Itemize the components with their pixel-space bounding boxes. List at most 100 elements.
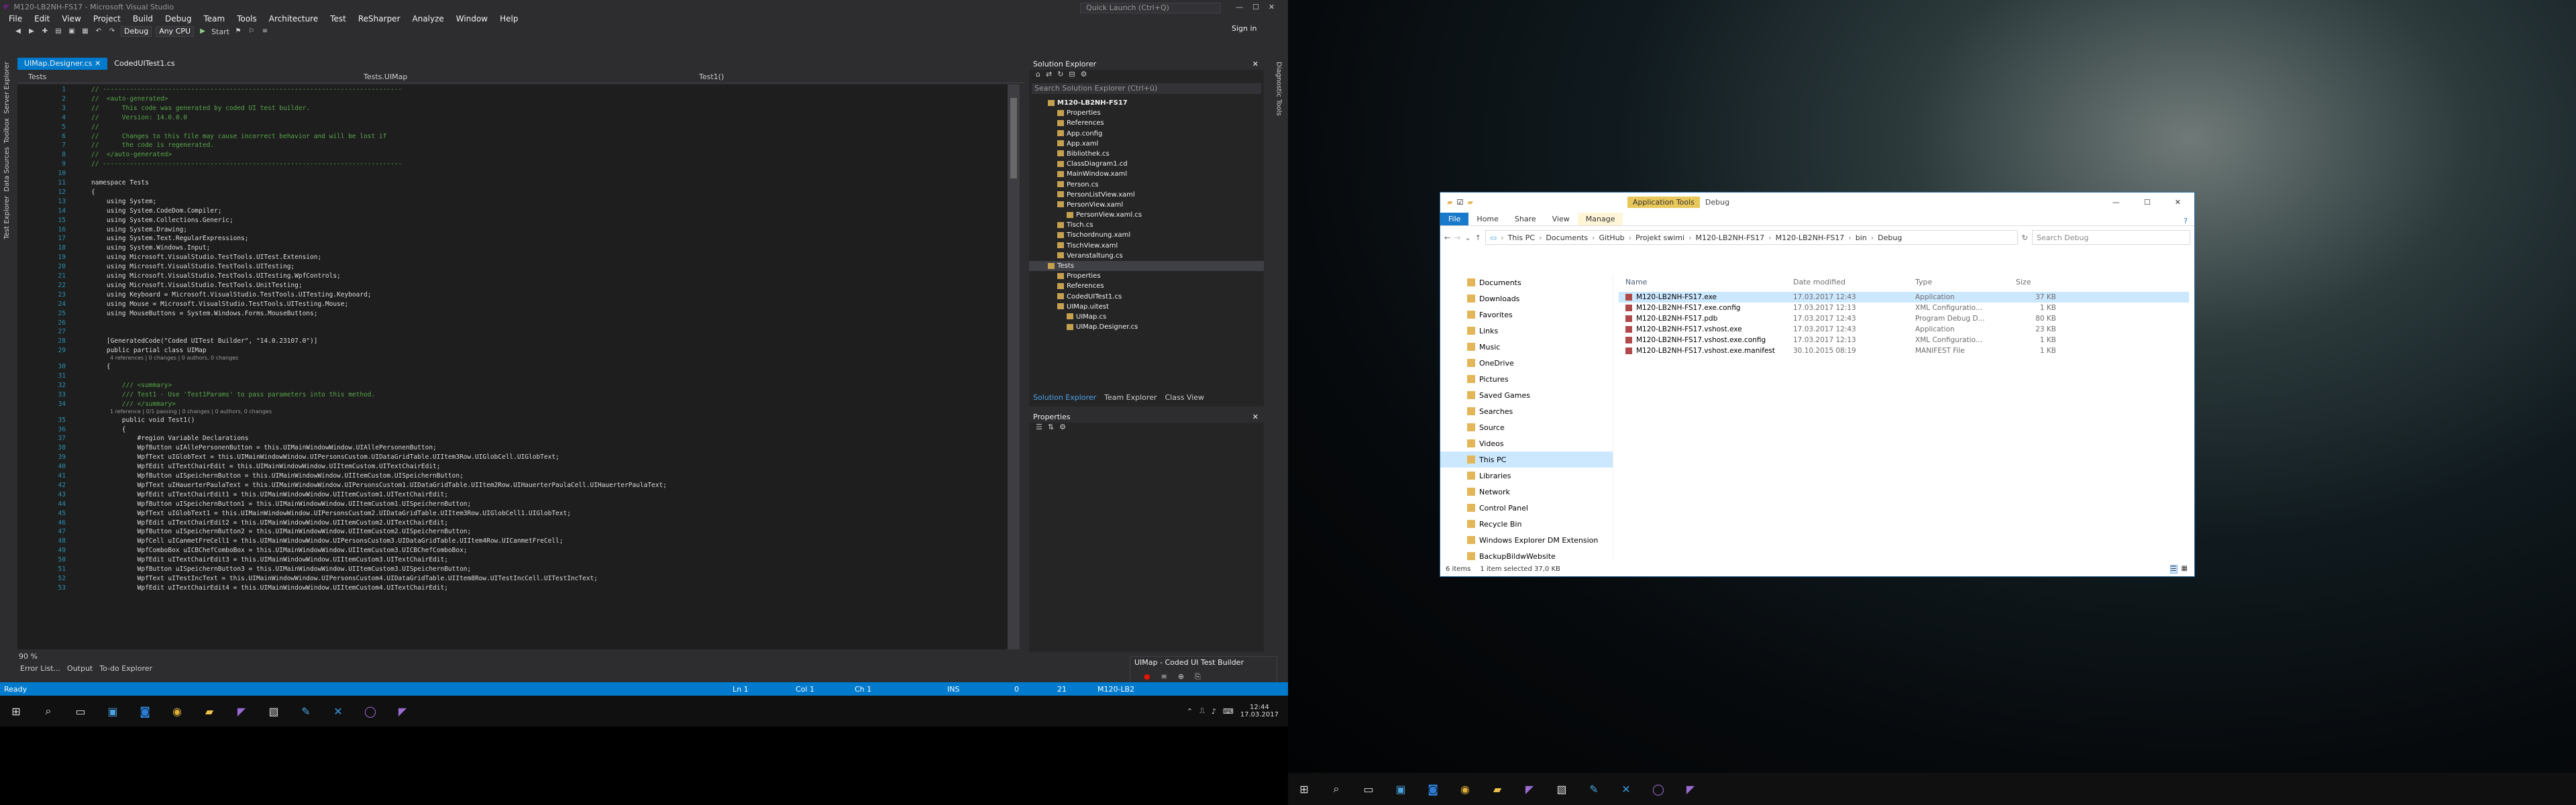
solution-tree-item[interactable]: Tests [1029, 261, 1264, 272]
code-line[interactable]: using MouseButtons = System.Windows.Form… [91, 310, 318, 317]
code-line[interactable]: using Microsoft.VisualStudio.TestTools.U… [91, 282, 303, 289]
file-explorer-icon[interactable]: ▰ [1488, 780, 1507, 798]
solution-tree-item[interactable]: App.xaml [1029, 139, 1264, 149]
visual-studio-2-icon[interactable]: ◤ [1681, 780, 1700, 798]
codelens-info[interactable]: 4 references | 0 changes | 0 authors, 0 … [110, 355, 238, 361]
nav-member-dropdown[interactable]: Test1() [688, 72, 1024, 81]
app-icon[interactable]: ◯ [1649, 780, 1668, 798]
solution-tree-item[interactable]: App.config [1029, 129, 1264, 139]
bottom-tab-2[interactable]: To-do Explorer [99, 664, 152, 676]
solution-tree-item[interactable]: M120-LB2NH-FS17 [1029, 98, 1264, 108]
chrome-icon[interactable]: ◉ [1456, 780, 1474, 798]
ribbon-tab-share[interactable]: Share [1507, 213, 1544, 225]
collapse-icon[interactable]: ⊟ [1069, 70, 1075, 82]
solution-pane-tab-2[interactable]: Class View [1165, 393, 1204, 405]
file-row[interactable]: M120-LB2NH-FS17.vshost.exe.manifest 30.10… [1619, 345, 2189, 356]
code-line[interactable]: public void Test1() [91, 417, 195, 424]
forward-icon[interactable]: → [1454, 233, 1460, 242]
undo-icon[interactable]: ↶ [94, 27, 103, 36]
file-row[interactable]: M120-LB2NH-FS17.pdb 17.03.2017 12:43 Progr… [1619, 313, 2189, 324]
save-icon[interactable]: ▣ [67, 27, 76, 36]
menu-resharper[interactable]: ReSharper [352, 14, 407, 23]
solution-tree-item[interactable]: UIMap.Designer.cs [1029, 322, 1264, 332]
start-button[interactable]: Start [211, 28, 229, 36]
menu-test[interactable]: Test [324, 14, 352, 23]
left-tab-data-sources[interactable]: Data Sources [3, 147, 11, 192]
file-explorer-icon[interactable]: ▰ [200, 702, 219, 720]
code-line[interactable]: #region Variable Declarations [91, 435, 249, 442]
menu-team[interactable]: Team [197, 14, 231, 23]
keyboard-icon[interactable]: ⌨ [1223, 707, 1234, 716]
ribbon-tab-view[interactable]: View [1544, 213, 1578, 225]
nav-item[interactable]: Videos [1440, 435, 1613, 451]
resharper-icon[interactable]: ▧ [1552, 780, 1571, 798]
left-tab-toolbox[interactable]: Toolbox [3, 118, 11, 144]
file-row[interactable]: M120-LB2NH-FS17.vshost.exe.config 17.03.2… [1619, 335, 2189, 345]
code-line[interactable]: WpfText uIGlobText = this.UIMainWindowWi… [91, 453, 559, 461]
code-line[interactable]: { [91, 363, 111, 370]
save-all-icon[interactable]: ▦ [80, 27, 90, 36]
outlook-icon[interactable]: ◙ [136, 702, 154, 720]
solution-tree-item[interactable]: Properties [1029, 108, 1264, 118]
bottom-tab-0[interactable]: Error List... [20, 664, 60, 676]
code-line[interactable]: WpfText uIHauerterPaulaText = this.UIMai… [91, 482, 667, 489]
paint-icon[interactable]: ✎ [297, 702, 315, 720]
home-icon[interactable]: ⌂ [1036, 70, 1040, 82]
refresh-icon[interactable]: ↻ [2022, 233, 2028, 242]
code-line[interactable]: using System.Text.RegularExpressions; [91, 235, 249, 242]
code-line[interactable]: WpfCell uICanmetFreCell1 = this.UIMainWi… [91, 537, 564, 545]
code-line[interactable]: { [91, 426, 126, 433]
sign-in-link[interactable]: Sign in [1232, 24, 1257, 33]
code-line[interactable]: public partial class UIMap [91, 347, 207, 354]
code-line[interactable]: { [91, 189, 95, 196]
comment-icon[interactable]: ≡ [260, 27, 270, 36]
editor-scrollbar[interactable] [1008, 85, 1020, 649]
nav-item[interactable]: Recycle Bin [1440, 516, 1613, 532]
nav-item[interactable]: Control Panel [1440, 500, 1613, 516]
start-icon[interactable]: ▶ [198, 27, 207, 36]
pane-close-icon[interactable]: ✕ [1252, 60, 1258, 68]
menu-window[interactable]: Window [450, 14, 494, 23]
breadcrumb-item[interactable]: This PC [1508, 233, 1535, 242]
nav-item[interactable]: Pictures [1440, 371, 1613, 387]
nav-item[interactable]: Network [1440, 484, 1613, 500]
code-editor[interactable]: 1 // ------------------------------------… [17, 85, 1017, 649]
up-icon[interactable]: ↑ [1475, 233, 1481, 242]
status-changes[interactable]: 21 [1057, 685, 1067, 694]
code-line[interactable]: /// </summary> [91, 400, 176, 408]
column-type[interactable]: Type [1915, 278, 2016, 286]
crosshair-icon[interactable]: ⊕ [1178, 672, 1184, 682]
breadcrumb-item[interactable]: Documents [1546, 233, 1588, 242]
solution-tree-item[interactable]: Person.cs [1029, 180, 1264, 190]
code-line[interactable]: WpfButton uIAllePersonenButton = this.UI… [91, 444, 437, 451]
left-tab-test-explorer[interactable]: Test Explorer [3, 196, 11, 239]
property-pages-icon[interactable]: ⚙ [1059, 423, 1066, 436]
menu-project[interactable]: Project [87, 14, 127, 23]
code-line[interactable]: using Keyboard = Microsoft.VisualStudio.… [91, 291, 372, 299]
code-line[interactable]: // the code is regenerated. [91, 142, 214, 149]
code-line[interactable]: // <auto-generated> [91, 95, 168, 103]
tab-close-icon[interactable]: ✕ [95, 59, 101, 68]
menu-architecture[interactable]: Architecture [263, 14, 324, 23]
nav-item[interactable]: Source [1440, 419, 1613, 435]
taskbar-app-icon[interactable]: ▣ [103, 702, 122, 720]
tab-codeduitest1[interactable]: CodedUITest1.cs [107, 58, 181, 70]
code-line[interactable]: /// <summary> [91, 382, 172, 389]
bookmark-icon[interactable]: ⚐ [247, 27, 256, 36]
nav-class-dropdown[interactable]: Tests.UIMap [353, 72, 688, 81]
toolbar-misc-icon[interactable]: ⚑ [233, 27, 243, 36]
code-line[interactable]: using System.Windows.Input; [91, 244, 210, 252]
code-line[interactable]: WpfText uITestIncText = this.UIMainWindo… [91, 575, 598, 582]
codelens-info[interactable]: 1 reference | 0/1 passing | 0 changes | … [110, 409, 272, 415]
properties-close-icon[interactable]: ✕ [1252, 413, 1258, 421]
solution-tree-item[interactable]: Properties [1029, 271, 1264, 281]
nav-item[interactable]: Saved Games [1440, 387, 1613, 403]
left-tab-server-explorer[interactable]: Server Explorer [3, 62, 11, 114]
code-line[interactable]: using Mouse = Microsoft.VisualStudio.Tes… [91, 301, 348, 308]
nav-item[interactable]: Searches [1440, 403, 1613, 419]
properties-qa-icon[interactable]: ☑ [1456, 198, 1463, 207]
nav-item[interactable]: Links [1440, 323, 1613, 339]
resharper-icon[interactable]: ▧ [264, 702, 283, 720]
record-icon[interactable]: ● [1144, 672, 1150, 682]
nav-item[interactable]: Documents [1440, 274, 1613, 290]
